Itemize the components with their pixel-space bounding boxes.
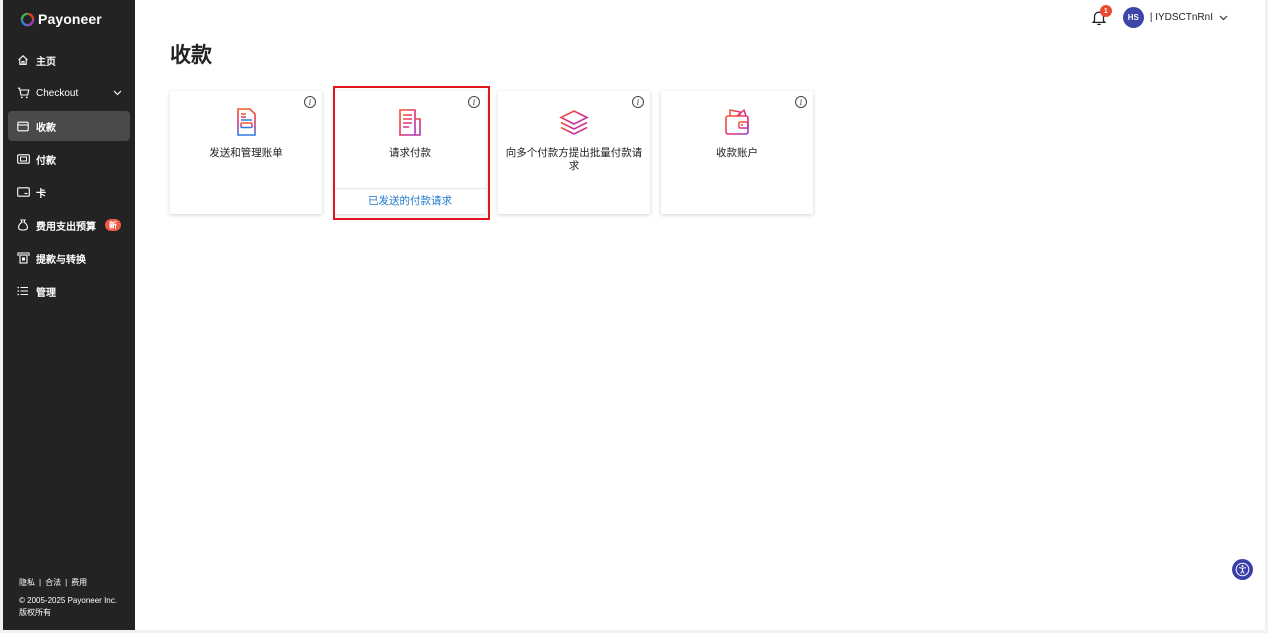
- accessibility-icon: [1235, 562, 1250, 577]
- layers-icon: [559, 110, 589, 135]
- avatar[interactable]: HS: [1122, 6, 1144, 28]
- sidebar: Payoneer 主页 Checkout 收款 付款 卡 费用支出预算 新 提款…: [3, 0, 135, 630]
- sidebar-item-home[interactable]: 主页: [8, 45, 130, 75]
- list-icon: [16, 284, 30, 298]
- new-badge: 新: [105, 219, 121, 231]
- sent-payment-requests-link[interactable]: 已发送的付款请求: [334, 188, 486, 214]
- sidebar-item-withdraw[interactable]: 提款与转换: [8, 243, 130, 273]
- card-send-manage-bills[interactable]: i 发送和管理账单: [170, 91, 322, 214]
- app-window: Payoneer 主页 Checkout 收款 付款 卡 费用支出预算 新 提款…: [3, 0, 1265, 630]
- sidebar-nav: 主页 Checkout 收款 付款 卡 费用支出预算 新 提款与转换 管理: [8, 45, 130, 309]
- footer-separator: |: [65, 578, 68, 587]
- card-label: 发送和管理账单: [209, 147, 283, 159]
- accessibility-button[interactable]: [1232, 559, 1253, 580]
- card-icon: [16, 185, 30, 199]
- page-title: 收款: [170, 44, 212, 67]
- notification-count-badge: 1: [1099, 5, 1112, 17]
- brand-name: Payoneer: [38, 11, 102, 27]
- payoneer-ring-icon: [20, 12, 35, 26]
- sidebar-item-label: 主页: [36, 56, 56, 68]
- sidebar-item-budget[interactable]: 费用支出预算 新: [8, 210, 130, 240]
- notifications-button[interactable]: 1: [1091, 5, 1112, 26]
- footer-link-legal[interactable]: 合法: [45, 577, 61, 589]
- card-request-payment[interactable]: i 请求付款 已发送的付款请求: [334, 91, 486, 214]
- cart-icon: [16, 86, 30, 100]
- footer-links: 隐私 | 合法 | 费用: [19, 577, 117, 589]
- card-label: 请求付款: [389, 147, 431, 159]
- sidebar-item-label: Checkout: [36, 87, 79, 99]
- sidebar-item-label: 费用支出预算: [36, 221, 96, 233]
- sidebar-item-pay[interactable]: 付款: [8, 144, 130, 174]
- info-icon[interactable]: i: [632, 96, 644, 108]
- footer-link-privacy[interactable]: 隐私: [19, 577, 35, 589]
- sidebar-item-checkout[interactable]: Checkout: [8, 78, 130, 108]
- sidebar-item-manage[interactable]: 管理: [8, 276, 130, 306]
- sidebar-item-label: 收款: [36, 122, 56, 134]
- budget-icon: [16, 218, 30, 232]
- invoice-icon: [237, 108, 256, 136]
- chevron-down-icon[interactable]: [1219, 8, 1228, 26]
- pay-icon: [16, 152, 30, 166]
- sidebar-item-label: 管理: [36, 287, 56, 299]
- sidebar-item-label: 付款: [36, 155, 56, 167]
- sidebar-footer: 隐私 | 合法 | 费用 © 2005-2025 Payoneer Inc. 版…: [19, 577, 117, 619]
- card-label: 收款账户: [716, 147, 758, 159]
- payoneer-logo[interactable]: Payoneer: [20, 10, 102, 28]
- info-icon[interactable]: i: [468, 96, 480, 108]
- rights-text: 版权所有: [19, 608, 51, 617]
- user-name[interactable]: | IYDSCTnRnI: [1150, 12, 1213, 23]
- footer-separator: |: [39, 578, 42, 587]
- info-icon[interactable]: i: [304, 96, 316, 108]
- copyright-text: © 2005-2025 Payoneer Inc.: [19, 596, 117, 605]
- info-icon[interactable]: i: [795, 96, 807, 108]
- card-label: 向多个付款方提出批量付款请求: [505, 147, 643, 172]
- header-user-area: 1 HS | IYDSCTnRnI: [1091, 5, 1228, 28]
- card-receiving-accounts[interactable]: i 收款账户: [661, 91, 813, 214]
- withdraw-icon: [16, 251, 30, 265]
- receive-icon: [16, 119, 30, 133]
- card-batch-payment-request[interactable]: i 向多个付款方提出批量付款请求: [498, 91, 650, 214]
- sidebar-item-receive[interactable]: 收款: [8, 111, 130, 141]
- wallet-icon: [725, 108, 749, 135]
- request-payment-icon: [399, 109, 421, 136]
- sidebar-item-label: 提款与转换: [36, 254, 86, 266]
- sidebar-item-card[interactable]: 卡: [8, 177, 130, 207]
- sidebar-item-label: 卡: [36, 188, 46, 200]
- chevron-down-icon: [113, 88, 122, 99]
- footer-link-fees[interactable]: 费用: [71, 577, 87, 589]
- home-icon: [16, 53, 30, 67]
